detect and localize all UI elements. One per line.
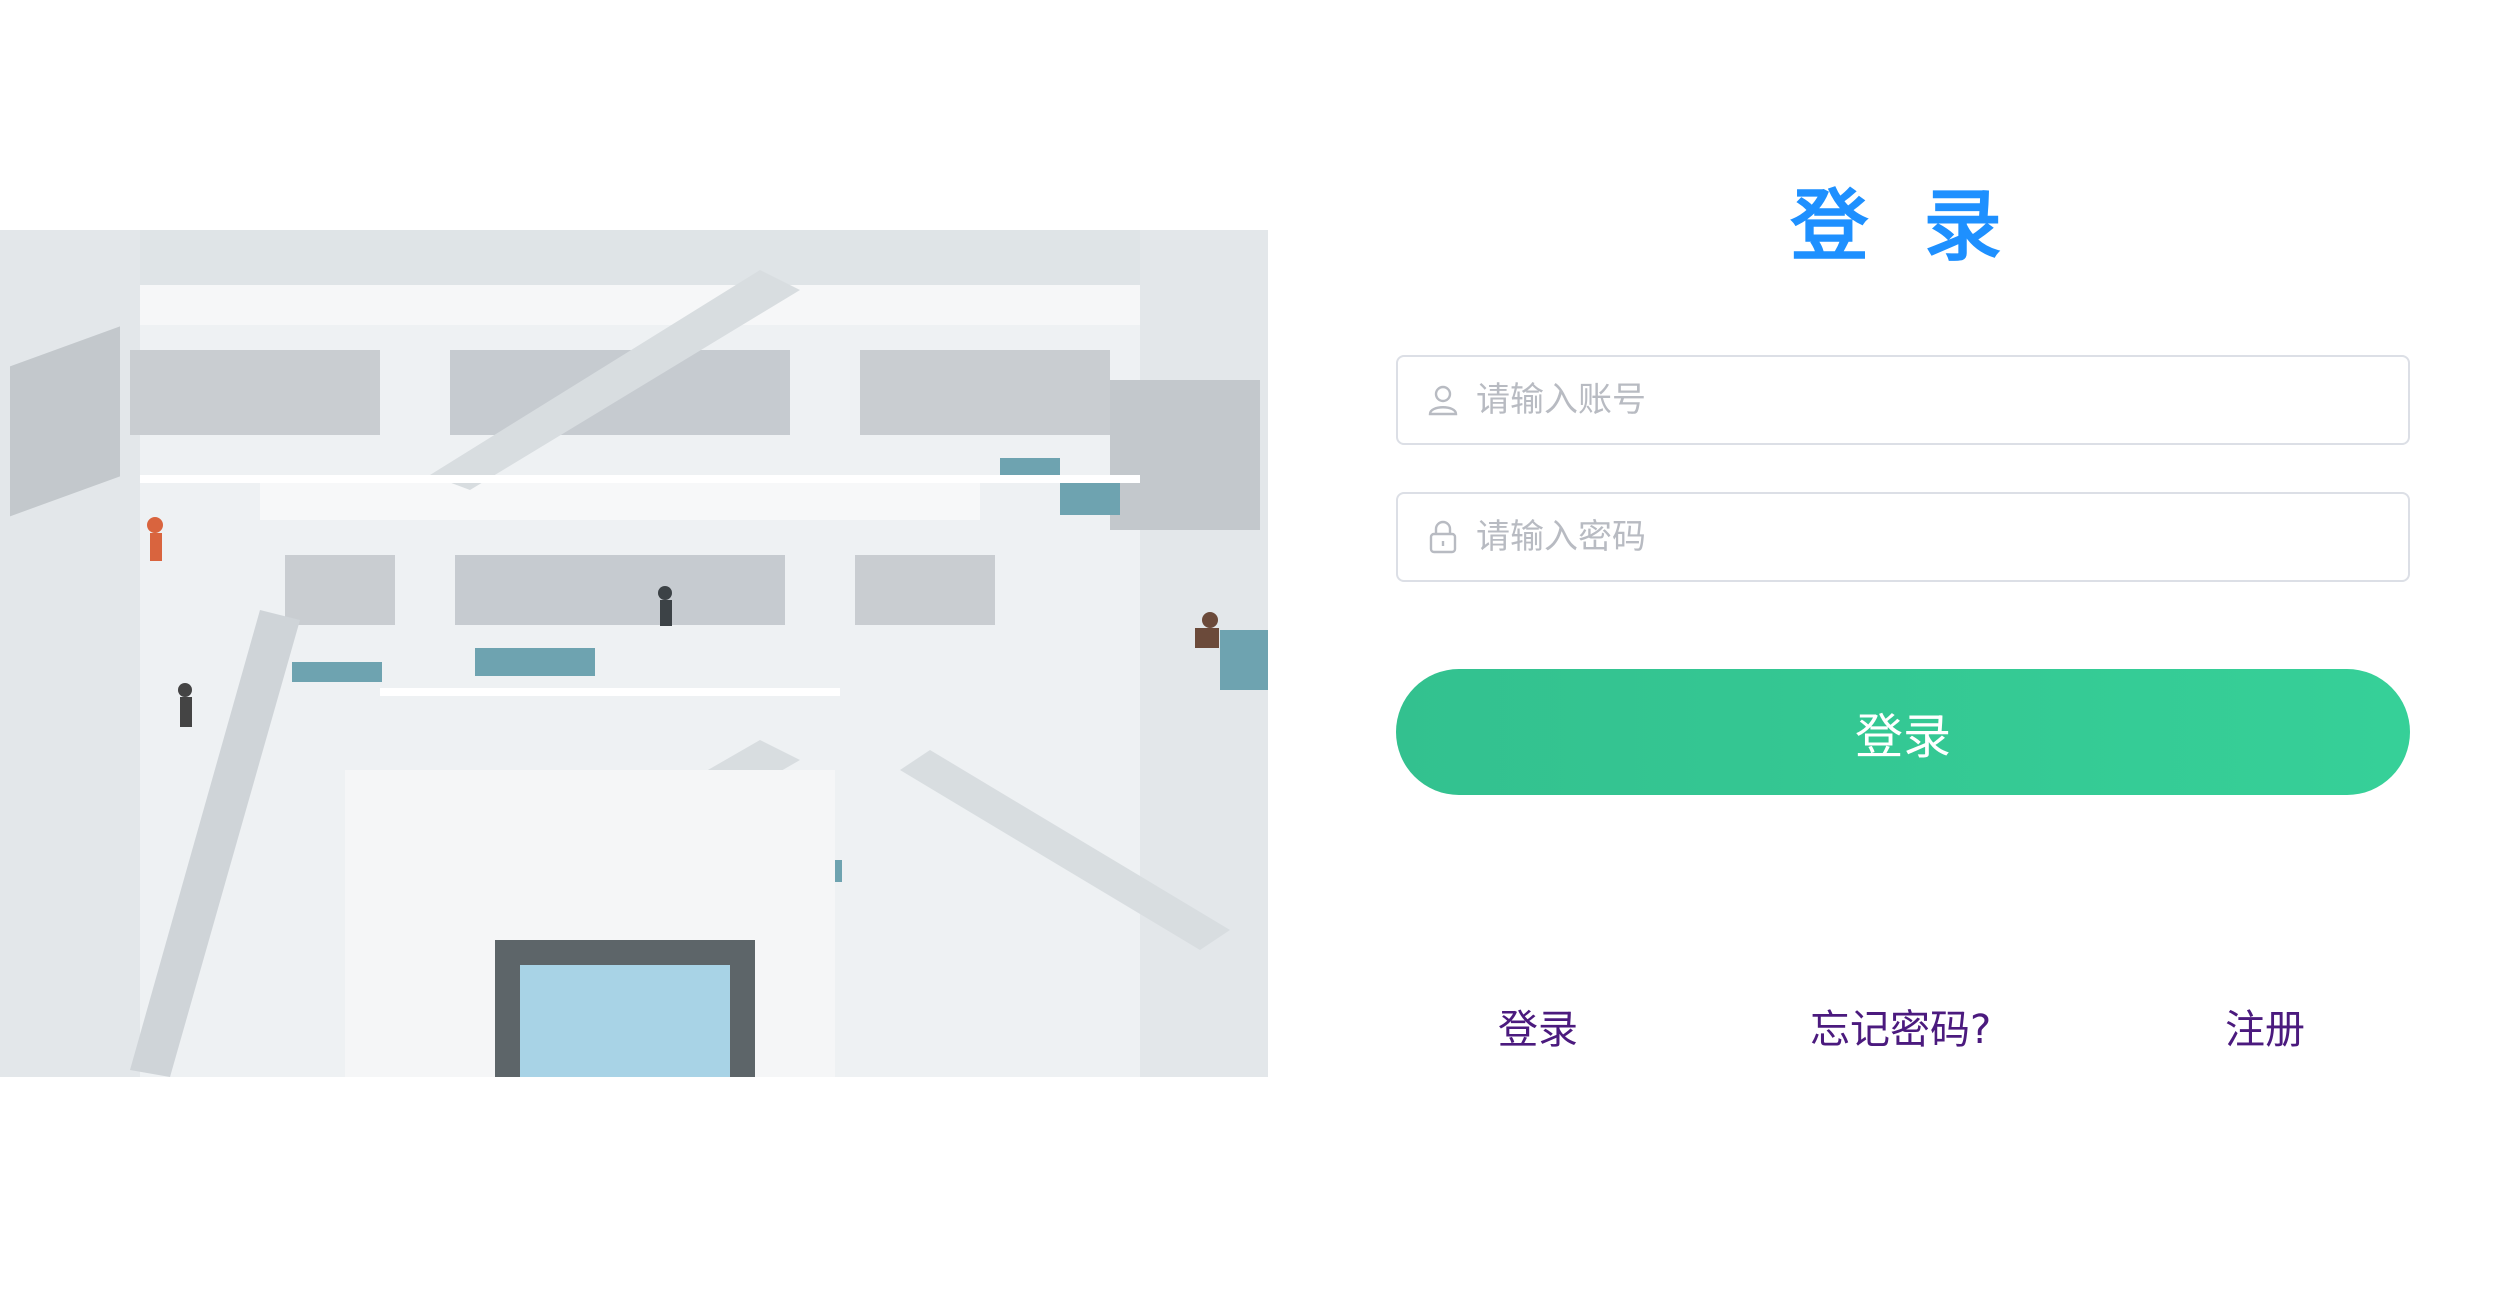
username-field[interactable] xyxy=(1396,355,2410,445)
login-button[interactable]: 登录 xyxy=(1396,669,2410,795)
library-photo xyxy=(0,230,1268,1077)
register-link[interactable]: 注册 xyxy=(2225,1000,2305,1060)
forgot-password-link[interactable]: 忘记密码? xyxy=(1810,1000,1991,1060)
lock-icon xyxy=(1424,518,1462,556)
username-input[interactable] xyxy=(1476,357,2408,443)
library-photo-art xyxy=(0,230,1268,1077)
footer-links: 登录 忘记密码? 注册 xyxy=(1396,1000,2410,1060)
login-page: 登 录 登录 登录 忘记密码? 注册 xyxy=(0,0,2505,1297)
password-field[interactable] xyxy=(1396,492,2410,582)
login-link[interactable]: 登录 xyxy=(1498,1000,1578,1060)
page-title: 登 录 xyxy=(1790,182,2016,272)
user-icon xyxy=(1424,381,1462,419)
password-input[interactable] xyxy=(1476,494,2408,580)
